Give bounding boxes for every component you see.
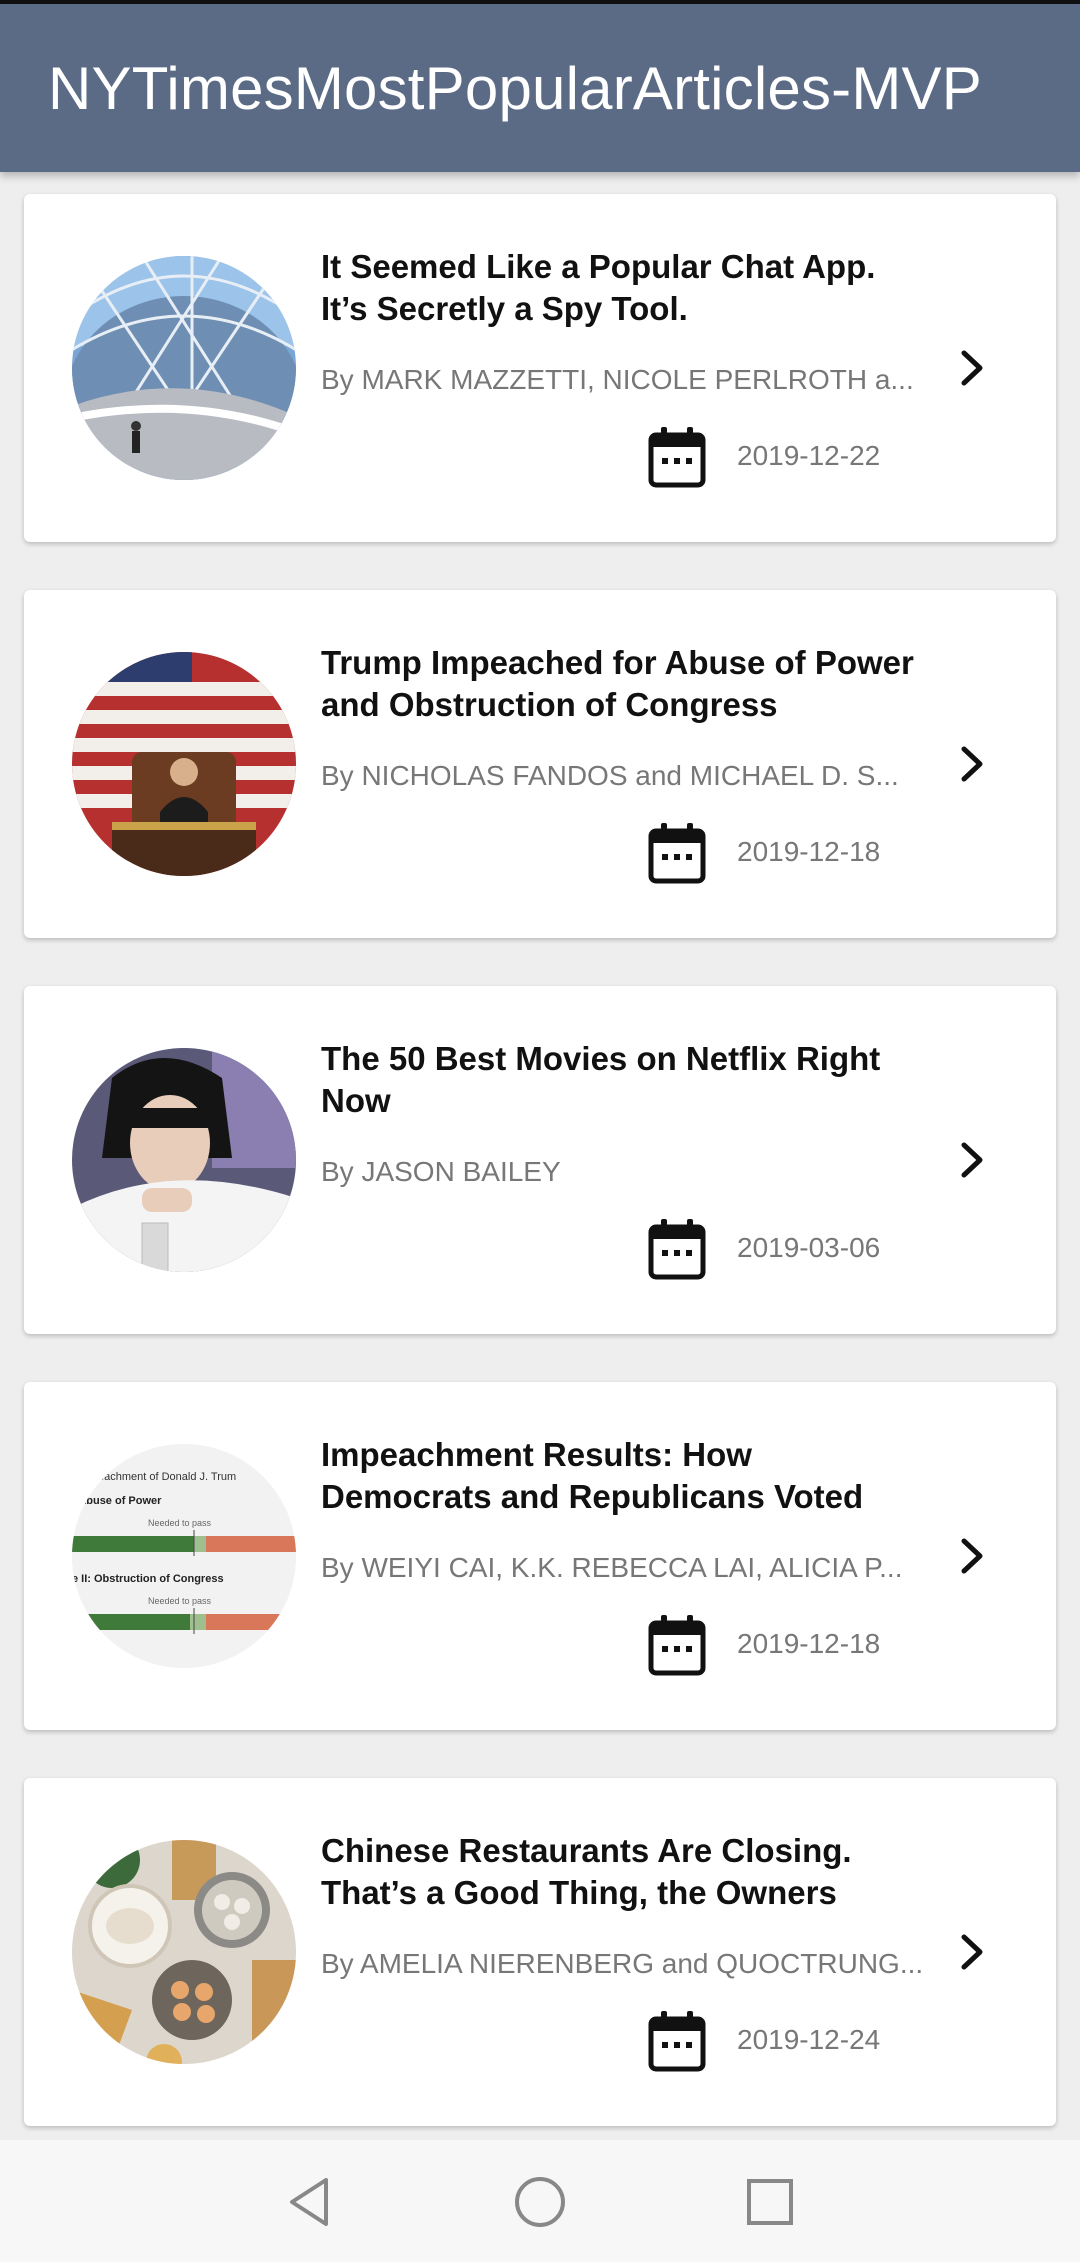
home-circle-icon[interactable] [510, 2172, 570, 2232]
app-bar: NYTimesMostPopularArticles-MVP [0, 4, 1080, 172]
app-title: NYTimesMostPopularArticles-MVP [48, 54, 982, 122]
calendar-icon [648, 427, 706, 488]
svg-text:eachment of Donald J. Trum: eachment of Donald J. Trum [98, 1471, 236, 1483]
article-list[interactable]: It Seemed Like a Popular Chat App. It’s … [0, 172, 1080, 2140]
article-title: It Seemed Like a Popular Chat App. It’s … [321, 248, 876, 327]
chevron-right-icon[interactable] [952, 1536, 992, 1576]
back-triangle-icon[interactable] [280, 2172, 340, 2232]
chevron-right-icon[interactable] [952, 1140, 992, 1180]
article-byline: By MARK MAZZETTI, NICOLE PERLROTH a... [321, 364, 914, 395]
article-byline: By JASON BAILEY [321, 1156, 561, 1187]
house-speaker-flag-photo [72, 652, 296, 876]
article-date: 2019-03-06 [737, 1232, 881, 1263]
article-thumbnail [72, 256, 296, 480]
article-title: Trump Impeached for Abuse of Power and O… [321, 644, 914, 723]
svg-text:e II: Obstruction of Congress: e II: Obstruction of Congress [72, 1573, 224, 1585]
article-title: The 50 Best Movies on Netflix Right Now [321, 1040, 881, 1119]
article-date: 2019-12-18 [737, 836, 881, 867]
vote-chart-graphic: eachment of Donald J. Trum : Abuse of Po… [72, 1444, 296, 1668]
svg-text:Needed to pass: Needed to pass [148, 1596, 212, 1606]
movie-still-photo [72, 1048, 296, 1272]
calendar-icon [648, 1219, 706, 1280]
article-title: Impeachment Results: How Democrats and R… [321, 1436, 864, 1515]
article-date: 2019-12-18 [737, 1628, 881, 1659]
article-date: 2019-12-22 [737, 440, 881, 471]
article-card[interactable]: eachment of Donald J. Trum : Abuse of Po… [24, 1382, 1056, 1730]
chevron-right-icon[interactable] [952, 744, 992, 784]
recents-square-icon[interactable] [740, 2172, 800, 2232]
article-date: 2019-12-24 [737, 2024, 881, 2055]
article-byline: By AMELIA NIERENBERG and QUOCTRUNG... [321, 1948, 924, 1979]
calendar-icon [648, 2011, 706, 2072]
article-byline: By NICHOLAS FANDOS and MICHAEL D. S... [321, 760, 899, 791]
article-card[interactable]: Trump Impeached for Abuse of Power and O… [24, 590, 1056, 938]
svg-text:Needed to pass: Needed to pass [148, 1518, 212, 1528]
svg-text:: Abuse of Power: : Abuse of Power [72, 1495, 162, 1507]
calendar-icon [648, 1615, 706, 1676]
system-nav-bar [0, 2140, 1080, 2262]
article-thumbnail [72, 1840, 296, 2064]
article-card[interactable]: It Seemed Like a Popular Chat App. It’s … [24, 194, 1056, 542]
article-thumbnail: eachment of Donald J. Trum : Abuse of Po… [72, 1444, 296, 1668]
dim-sum-food-photo [72, 1840, 296, 2064]
chevron-right-icon[interactable] [952, 348, 992, 388]
calendar-icon [648, 823, 706, 884]
article-byline: By WEIYI CAI, K.K. REBECCA LAI, ALICIA P… [321, 1552, 903, 1583]
article-card[interactable]: The 50 Best Movies on Netflix Right Now … [24, 986, 1056, 1334]
article-thumbnail [72, 652, 296, 876]
chevron-right-icon[interactable] [952, 1932, 992, 1972]
article-card[interactable]: Chinese Restaurants Are Closing. That’s … [24, 1778, 1056, 2126]
article-thumbnail [72, 1048, 296, 1272]
glass-dome-building-photo [72, 256, 296, 480]
article-title: Chinese Restaurants Are Closing. That’s … [321, 1832, 852, 1911]
